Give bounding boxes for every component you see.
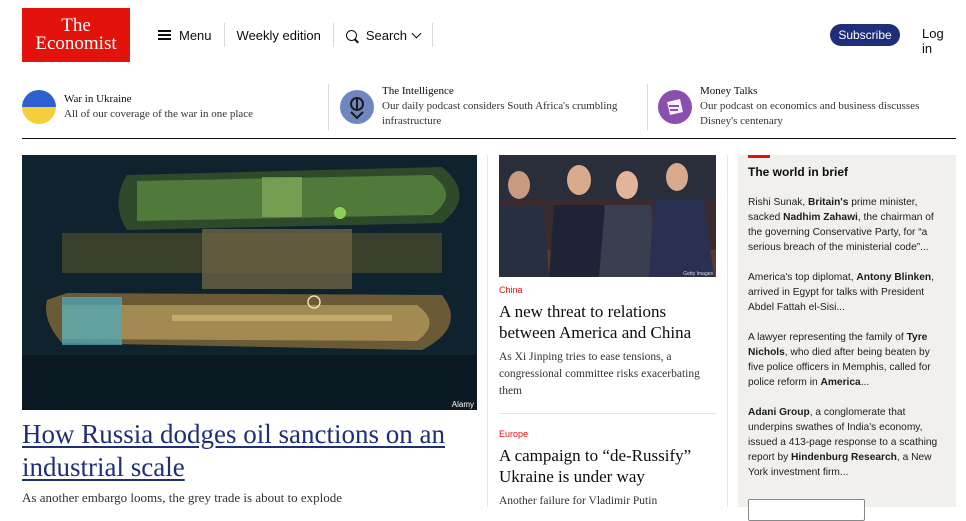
podcast-intelligence-icon (340, 90, 374, 124)
menu-button[interactable]: Menu (146, 23, 224, 47)
login-link[interactable]: Log in (922, 26, 956, 56)
search-button[interactable]: Search (334, 23, 432, 47)
search-label: Search (365, 27, 408, 43)
article-divider (499, 413, 716, 414)
promo-money-talks[interactable]: Money Talks Our podcast on economics and… (658, 82, 956, 132)
brief-item[interactable]: America's top diplomat, Antony Blinken, … (748, 270, 943, 315)
brief-text: America's top diplomat, (748, 272, 857, 283)
brief-bold: Adani Group (748, 407, 810, 418)
article-image-congress[interactable]: Getty Images (499, 155, 716, 277)
article-description: As Xi Jinping tries to ease tensions, a … (499, 351, 700, 397)
promo-divider (647, 84, 648, 130)
menu-label: Menu (179, 27, 212, 43)
search-icon (345, 29, 357, 41)
promo-war-in-ukraine[interactable]: War in Ukraine All of our coverage of th… (22, 82, 312, 132)
promo-strip: War in Ukraine All of our coverage of th… (22, 82, 956, 139)
article-kicker[interactable]: China (499, 285, 716, 295)
weekly-edition-link[interactable]: Weekly edition (225, 23, 333, 47)
brief-text: A lawyer representing the family of (748, 332, 907, 343)
world-in-brief-panel: The world in brief Rishi Sunak, Britain'… (738, 155, 956, 521)
economist-logo[interactable]: The Economist (22, 8, 130, 62)
logo-line2: Economist (35, 33, 117, 54)
promo-title: Money Talks (700, 85, 758, 97)
promo-desc: All of our coverage of the war in one pl… (64, 108, 254, 120)
article-image-credit: Getty Images (683, 271, 713, 277)
promo-divider (328, 84, 329, 130)
brief-bold: Nadhim Zahawi (783, 212, 858, 223)
nav-divider (432, 23, 434, 47)
promo-the-intelligence[interactable]: The Intelligence Our daily podcast consi… (340, 82, 640, 132)
promo-title: The Intelligence (382, 85, 454, 97)
brief-bold: Britain's (808, 197, 849, 208)
site-header: The Economist Menu Weekly edition Search… (22, 8, 956, 62)
brief-red-flag (748, 155, 770, 158)
promo-title: War in Ukraine (64, 93, 132, 105)
brief-item[interactable]: Adani Group, a conglomerate that underpi… (748, 405, 943, 480)
hero-subheadline: As another embargo looms, the grey trade… (22, 490, 342, 505)
article-card-china: China A new threat to relations between … (499, 285, 716, 400)
brief-item[interactable]: A lawyer representing the family of Tyre… (748, 330, 943, 390)
brief-item[interactable]: Rishi Sunak, Britain's prime minister, s… (748, 195, 943, 255)
article-kicker[interactable]: Europe (499, 429, 716, 439)
promo-desc: Our daily podcast considers South Africa… (382, 100, 618, 127)
promo-desc: Our podcast on economics and business di… (700, 100, 920, 127)
subscribe-button[interactable]: Subscribe (830, 24, 900, 46)
article-card-europe: Europe A campaign to “de-Russify” Ukrain… (499, 429, 716, 510)
chevron-down-icon (411, 28, 422, 38)
column-divider (487, 155, 488, 507)
article-description: Another failure for Vladimir Putin (499, 495, 658, 507)
hero-image-credit: Alamy (452, 400, 474, 409)
brief-text: Rishi Sunak, (748, 197, 809, 208)
brief-more-button[interactable] (748, 499, 865, 521)
article-headline-link[interactable]: A new threat to relations between Americ… (499, 301, 716, 343)
hero-image-oil-tankers[interactable]: Alamy (22, 155, 477, 410)
brief-bold: America (820, 377, 861, 388)
ukraine-flag-icon (22, 90, 56, 124)
brief-text: ... (860, 377, 870, 388)
brief-bold: Hindenburg Research (791, 452, 897, 463)
brief-title[interactable]: The world in brief (748, 165, 848, 179)
brief-bold: Antony Blinken (856, 272, 932, 283)
hamburger-icon (158, 30, 171, 40)
article-headline-link[interactable]: A campaign to “de-Russify” Ukraine is un… (499, 445, 716, 487)
podcast-money-talks-icon (658, 90, 692, 124)
hero-headline-link[interactable]: How Russia dodges oil sanctions on an in… (22, 418, 477, 484)
main-nav: Menu Weekly edition Search (146, 22, 434, 48)
column-divider (727, 155, 728, 507)
